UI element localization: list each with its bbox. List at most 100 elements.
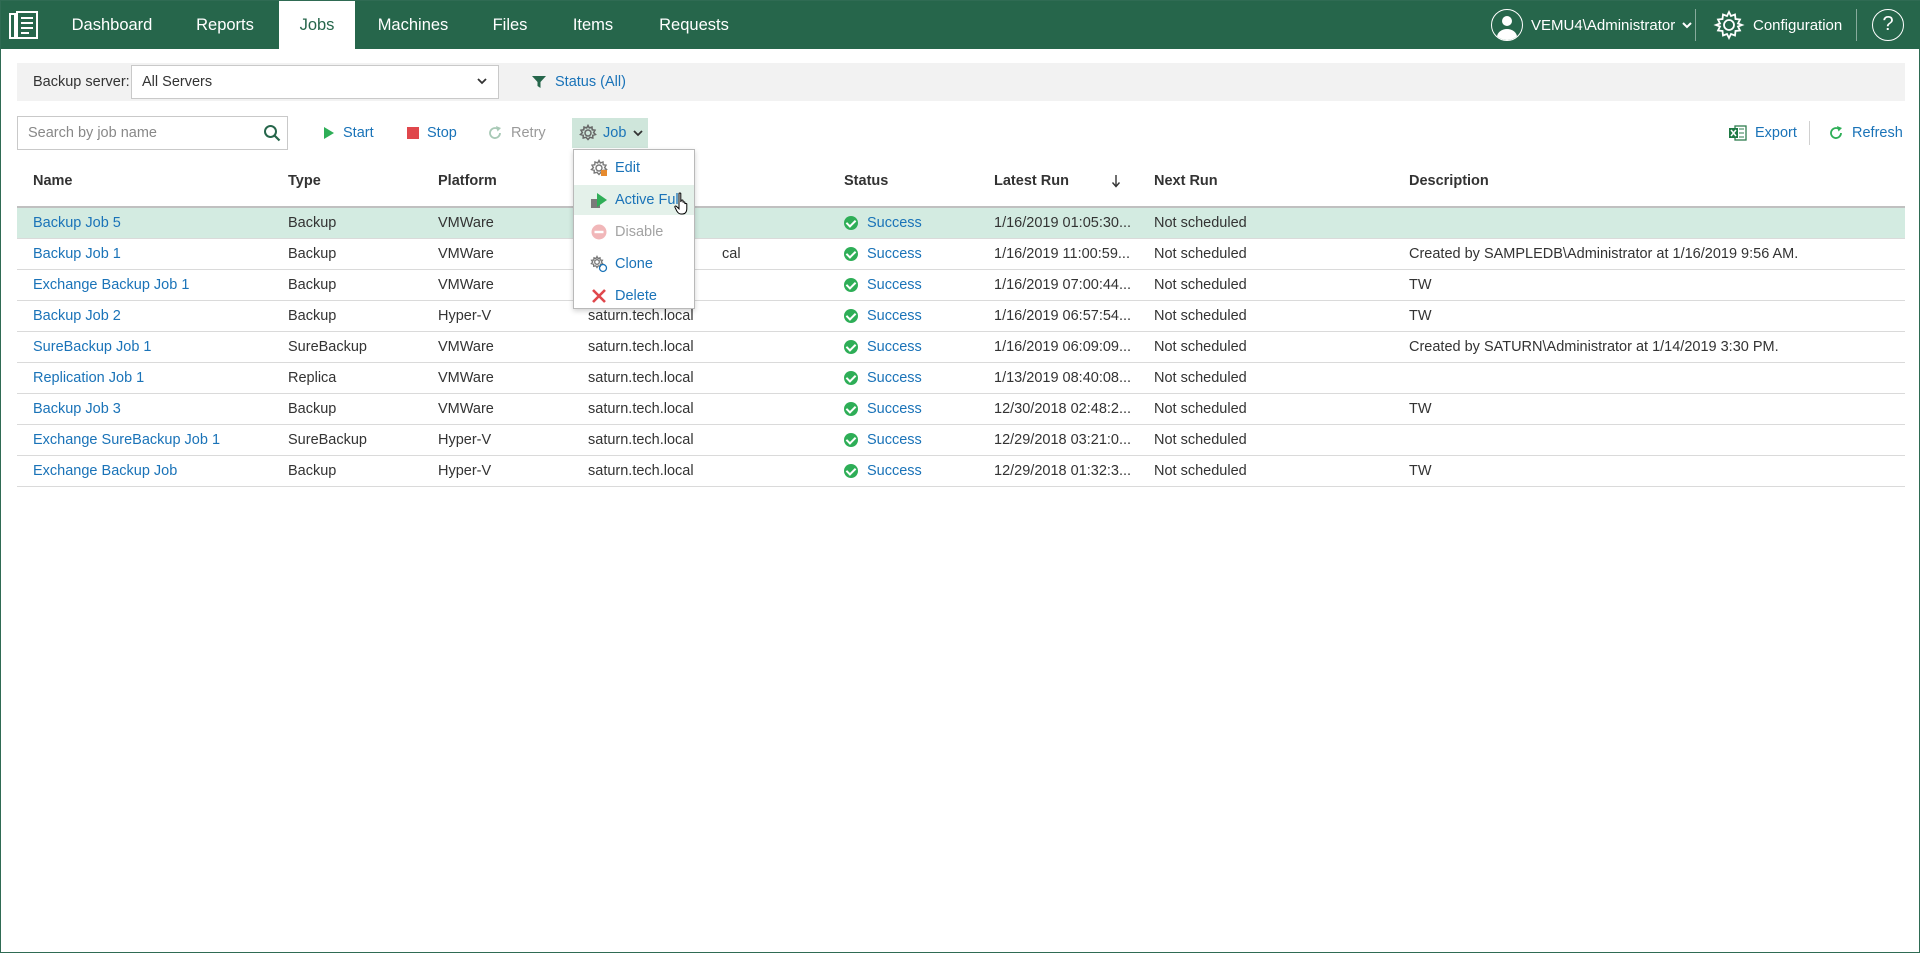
table-row[interactable]: Backup Job 3 Backup VMWare saturn.tech.loca… xyxy=(17,394,1905,425)
tab-reports[interactable]: Reports xyxy=(177,1,273,49)
success-check-icon xyxy=(844,309,858,323)
job-name-link[interactable]: Backup Job 5 xyxy=(33,208,121,238)
job-type: SureBackup xyxy=(288,432,367,448)
chevron-down-icon xyxy=(477,78,487,85)
retry-button[interactable]: Retry xyxy=(487,116,546,150)
status-badge[interactable]: Success xyxy=(844,239,922,269)
status-filter-label: Status (All) xyxy=(555,74,626,90)
search-input[interactable] xyxy=(18,117,238,149)
job-name-link[interactable]: Backup Job 2 xyxy=(33,301,121,331)
refresh-button[interactable]: Refresh xyxy=(1828,116,1903,150)
app-logo-icon[interactable] xyxy=(7,9,41,41)
menu-item-clone[interactable]: Clone xyxy=(574,249,694,279)
status-badge[interactable]: Success xyxy=(844,301,922,331)
menu-item-delete[interactable]: Delete xyxy=(574,281,694,311)
start-button[interactable]: Start xyxy=(323,116,374,150)
tab-requests[interactable]: Requests xyxy=(649,1,739,49)
job-latest-run: 1/16/2019 06:57:54... xyxy=(994,308,1132,324)
job-name-link[interactable]: Exchange Backup Job 1 xyxy=(33,270,189,300)
job-next-run: Not scheduled xyxy=(1154,339,1247,355)
table-row[interactable]: Exchange Backup Job Backup Hyper-V saturn.t… xyxy=(17,456,1905,487)
job-gear-icon xyxy=(579,124,597,141)
job-name-link[interactable]: Replication Job 1 xyxy=(33,363,144,393)
job-next-run: Not scheduled xyxy=(1154,246,1247,262)
status-badge[interactable]: Success xyxy=(844,332,922,362)
filter-icon xyxy=(532,76,546,88)
status-filter-button[interactable]: Status (All) xyxy=(531,63,626,101)
column-header-platform[interactable]: Platform xyxy=(438,173,497,189)
status-badge[interactable]: Success xyxy=(844,425,922,455)
nav-divider xyxy=(1695,9,1696,41)
menu-item-edit[interactable]: Edit xyxy=(574,153,694,183)
status-badge[interactable]: Success xyxy=(844,363,922,393)
tab-files[interactable]: Files xyxy=(473,1,547,49)
job-menu-button[interactable]: Job xyxy=(572,118,648,148)
table-row[interactable]: Exchange Backup Job 1 Backup VMWare 1/16/20… xyxy=(17,270,1905,301)
status-text: Success xyxy=(867,308,922,324)
tab-jobs[interactable]: Jobs xyxy=(279,1,355,49)
job-server: saturn.tech.local xyxy=(588,339,694,355)
job-latest-run: 12/29/2018 03:21:0... xyxy=(994,432,1132,448)
table-row[interactable]: Backup Job 2 Backup Hyper-V saturn.tech.loc… xyxy=(17,301,1905,332)
success-check-icon xyxy=(844,340,858,354)
stop-button[interactable]: Stop xyxy=(407,116,457,150)
status-text: Success xyxy=(867,432,922,448)
job-name-link[interactable]: Exchange Backup Job xyxy=(33,456,177,486)
configuration-label: Configuration xyxy=(1753,16,1843,34)
job-server: saturn.tech.local xyxy=(588,401,694,417)
job-latest-run: 12/29/2018 01:32:3... xyxy=(994,463,1132,479)
status-badge[interactable]: Success xyxy=(844,270,922,300)
toolbar-divider xyxy=(1809,121,1810,145)
table-row[interactable]: Backup Job 1 Backup VMWare cal 1/16/2019 11:… xyxy=(17,239,1905,270)
job-type: SureBackup xyxy=(288,339,367,355)
job-server: saturn.tech.local xyxy=(588,370,694,386)
play-icon xyxy=(324,127,334,139)
backup-server-select[interactable]: All Servers xyxy=(131,65,499,99)
table-row[interactable]: Backup Job 5 Backup VMWare 1/16/2019 01:05:… xyxy=(17,208,1905,239)
column-header-latest-run[interactable]: Latest Run xyxy=(994,173,1069,189)
status-text: Success xyxy=(867,370,922,386)
job-name-link[interactable]: Exchange SureBackup Job 1 xyxy=(33,425,220,455)
job-platform: VMWare xyxy=(438,401,494,417)
job-type: Backup xyxy=(288,215,337,231)
menu-item-label: Edit xyxy=(615,160,640,176)
user-menu[interactable]: VEMU4\Administrator xyxy=(1491,9,1693,41)
column-header-next-run[interactable]: Next Run xyxy=(1154,173,1218,189)
job-name-link[interactable]: SureBackup Job 1 xyxy=(33,332,152,362)
job-name-link[interactable]: Backup Job 1 xyxy=(33,239,121,269)
configuration-button[interactable]: Configuration xyxy=(1713,9,1842,41)
export-button[interactable]: Export xyxy=(1729,116,1797,150)
job-type: Backup xyxy=(288,308,337,324)
job-description: TW xyxy=(1409,401,1432,417)
table-row[interactable]: Exchange SureBackup Job 1 SureBackup Hyper… xyxy=(17,425,1905,456)
tab-items[interactable]: Items xyxy=(555,1,631,49)
status-badge[interactable]: Success xyxy=(844,456,922,486)
help-button[interactable]: ? xyxy=(1872,9,1904,41)
job-description: Created by SAMPLEDB\Administrator at 1/1… xyxy=(1409,246,1799,262)
menu-item-label: Delete xyxy=(615,288,657,304)
table-row[interactable]: SureBackup Job 1 SureBackup VMWare saturn.t… xyxy=(17,332,1905,363)
job-next-run: Not scheduled xyxy=(1154,370,1247,386)
job-name-link[interactable]: Backup Job 3 xyxy=(33,394,121,424)
menu-item-disable[interactable]: Disable xyxy=(574,217,694,247)
column-header-description[interactable]: Description xyxy=(1409,173,1489,189)
retry-icon xyxy=(489,126,501,139)
sort-descending-icon[interactable] xyxy=(1111,174,1121,188)
excel-icon xyxy=(1729,125,1747,141)
success-check-icon xyxy=(844,464,858,478)
job-type: Backup xyxy=(288,401,337,417)
column-header-name[interactable]: Name xyxy=(33,173,73,189)
job-type: Backup xyxy=(288,277,337,293)
tab-dashboard[interactable]: Dashboard xyxy=(51,1,173,49)
status-badge[interactable]: Success xyxy=(844,394,922,424)
table-row[interactable]: Replication Job 1 Replica VMWare saturn.tec… xyxy=(17,363,1905,394)
column-header-type[interactable]: Type xyxy=(288,173,321,189)
status-badge[interactable]: Success xyxy=(844,208,922,238)
search-icon[interactable] xyxy=(263,124,281,142)
success-check-icon xyxy=(844,371,858,385)
column-header-status[interactable]: Status xyxy=(844,173,888,189)
user-name: VEMU4\Administrator xyxy=(1531,16,1676,34)
success-check-icon xyxy=(844,278,858,292)
app-window: Dashboard Reports Jobs Machines Files It… xyxy=(0,0,1920,953)
tab-machines[interactable]: Machines xyxy=(363,1,463,49)
